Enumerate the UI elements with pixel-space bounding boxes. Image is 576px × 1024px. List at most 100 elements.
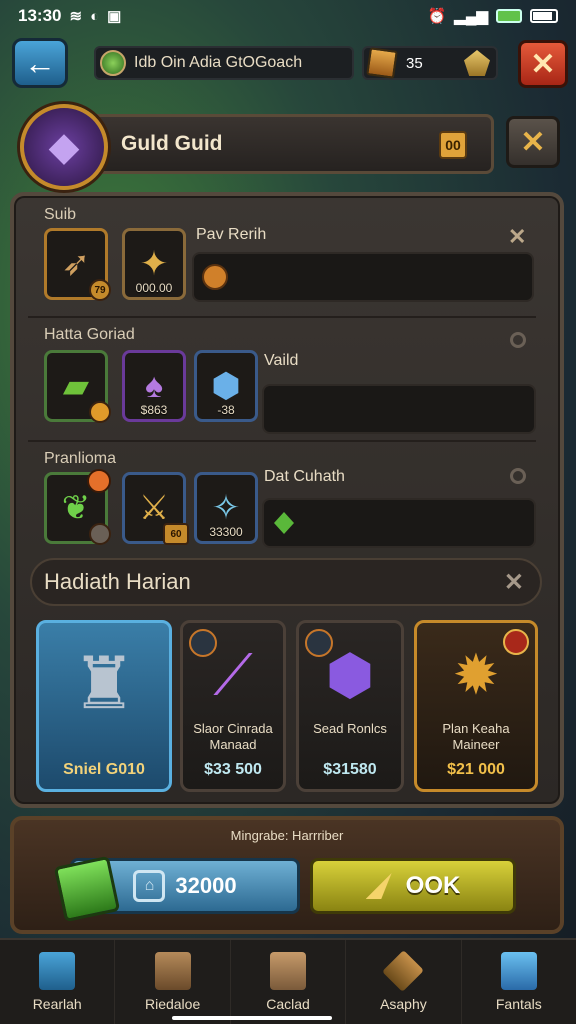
card-name: Slaor Cinrada Manaad [193, 721, 273, 752]
home-indicator[interactable] [172, 1016, 332, 1020]
item-badge-top [87, 469, 111, 493]
alarm-icon: ⏰ [427, 8, 447, 25]
shop-title: Hadiath Harian [44, 569, 191, 594]
map-icon [382, 950, 425, 992]
nav-item-rearlah[interactable]: Rearlah [0, 940, 116, 1024]
card-badge-icon [305, 629, 333, 657]
close-icon: ✕ [530, 47, 556, 81]
nav-label: Riedaloe [144, 996, 201, 1012]
card-badge-icon [503, 629, 529, 655]
guild-emblem-icon[interactable]: ◆ [20, 104, 108, 190]
item-slot-axe[interactable]: ⚔ 60 [122, 472, 189, 545]
item-slot-shield[interactable]: ⬢ -38 [194, 350, 258, 422]
battery-icon [530, 9, 558, 23]
item-slot-helmet[interactable]: ♠ $863 [122, 350, 186, 422]
guild-close-button[interactable]: ✕ [506, 116, 560, 168]
ok-label: OOK [405, 872, 461, 899]
card-name: Plan Keaha Maineer [442, 721, 510, 752]
footer-note: Mingrabe: Harrriber [230, 828, 344, 843]
card-price: Sniel G010 [63, 761, 145, 778]
nav-item-asaphy[interactable]: Asaphy [346, 940, 462, 1024]
currency-value: 35 [406, 54, 423, 72]
status-bar: 13:30 ≋ ◐ ▣ ⏰ ▂▄▆ [0, 0, 576, 32]
item-slot-scroll[interactable]: ✦ 000.00 [122, 228, 186, 300]
arrow-left-icon: ← [24, 44, 56, 81]
shop-header: Hadiath Harian ✕ [30, 558, 542, 606]
section-title: Suib [44, 206, 77, 223]
battery-saver-icon [496, 9, 522, 23]
image-icon: ▣ [107, 8, 122, 25]
item-slot-leaf[interactable]: ❦ [44, 469, 111, 545]
shop-card[interactable]: ⬢ Sead Ronlcs $31580 [296, 620, 404, 792]
guild-badge[interactable]: 00 [439, 131, 467, 159]
item-badge [89, 523, 111, 545]
player-name-pill: Idb Oin Adia GtOGoach [94, 46, 354, 80]
item-badge: 60 [163, 523, 189, 545]
player-name: Idb Oin Adia GtOGoach [134, 54, 303, 71]
scroll-icon: ✦ [139, 245, 169, 283]
divider [28, 440, 536, 442]
buy-button[interactable]: ⌂ 32000 [53, 855, 300, 923]
signal-icon: ▂▄▆ [454, 8, 488, 25]
nav-label: Fantals [495, 996, 542, 1012]
guild-title: Guld Guid [121, 132, 223, 155]
row-info-icon[interactable] [510, 332, 526, 348]
ok-button[interactable]: OOK [310, 858, 516, 914]
card-price: $21 000 [447, 761, 505, 778]
golden-shield-icon: ✹ [452, 643, 500, 706]
card-price: $31580 [323, 761, 377, 778]
card-name: Sead Ronlcs [313, 721, 387, 736]
item-slot-staff[interactable]: ✧ 33300 [194, 472, 258, 544]
item-slot-armor[interactable]: ▰ [44, 350, 111, 423]
item-value: -38 [217, 403, 235, 417]
item-value: 000.00 [135, 281, 173, 295]
nav-label: Caclad [266, 996, 310, 1012]
row-close-icon[interactable]: ✕ [508, 224, 526, 250]
leaf-icon: ❦ [61, 489, 91, 527]
nav-item-riedaloe[interactable]: Riedaloe [115, 940, 231, 1024]
currency-pill[interactable]: 35 [362, 46, 498, 80]
close-button[interactable]: ✕ [518, 40, 568, 88]
notification-icon: ◐ [90, 7, 100, 25]
armor-icon: ▰ [62, 367, 90, 405]
item-badge: 79 [89, 279, 111, 301]
item-slot-bow[interactable]: ➶ 79 [44, 228, 111, 301]
nav-label: Asaphy [380, 996, 427, 1012]
guild-header: ◆ Guld Guid 00 [20, 104, 500, 190]
nav-item-fantals[interactable]: Fantals [462, 940, 576, 1024]
shop-card[interactable]: ⟋ Slaor Cinrada Manaad $33 500 [180, 620, 286, 792]
card-price: $33 500 [204, 761, 262, 778]
row-label: Pav Rerih [196, 226, 267, 243]
item-detail-bar[interactable] [262, 384, 536, 434]
back-button[interactable]: ← [12, 38, 68, 88]
item-value: $863 [140, 403, 168, 417]
top-bar: ← Idb Oin Adia GtOGoach 35 ✕ [0, 36, 576, 92]
shop-card[interactable]: ♜ Sniel G010 [36, 620, 172, 792]
helmet-icon: ♠ [144, 366, 164, 405]
row-info-icon[interactable] [510, 468, 526, 484]
item-detail-bar[interactable] [192, 252, 534, 302]
axe-icon: ⚔ [138, 489, 170, 527]
nav-label: Rearlah [32, 996, 82, 1012]
shield-icon: ⬢ [211, 367, 241, 405]
treasure-chest-icon [366, 47, 398, 79]
section-title: Hatta Goriad [44, 326, 135, 343]
guild-banner: Guld Guid 00 [80, 114, 494, 174]
item-badge [89, 401, 111, 423]
nav-item-caclad[interactable]: Caclad [231, 940, 347, 1024]
orange-gem-icon [202, 264, 228, 290]
crystal-icon [500, 952, 537, 990]
green-gem-icon [274, 512, 294, 534]
item-value: 33300 [209, 525, 243, 539]
shop-close-icon[interactable]: ✕ [504, 568, 524, 597]
item-detail-bar[interactable] [262, 498, 536, 548]
card-badge-icon [189, 629, 217, 657]
row-label: Dat Cuhath [264, 468, 345, 485]
gold-gem-icon [464, 50, 490, 76]
row-label: Vaild [264, 352, 299, 369]
book-icon [39, 952, 76, 990]
shop-card[interactable]: ✹ Plan Keaha Maineer $21 000 [414, 620, 538, 792]
wifi-icon: ≋ [69, 8, 83, 25]
gem-box-icon: ⬢ [325, 643, 375, 706]
chest-icon [270, 952, 307, 990]
